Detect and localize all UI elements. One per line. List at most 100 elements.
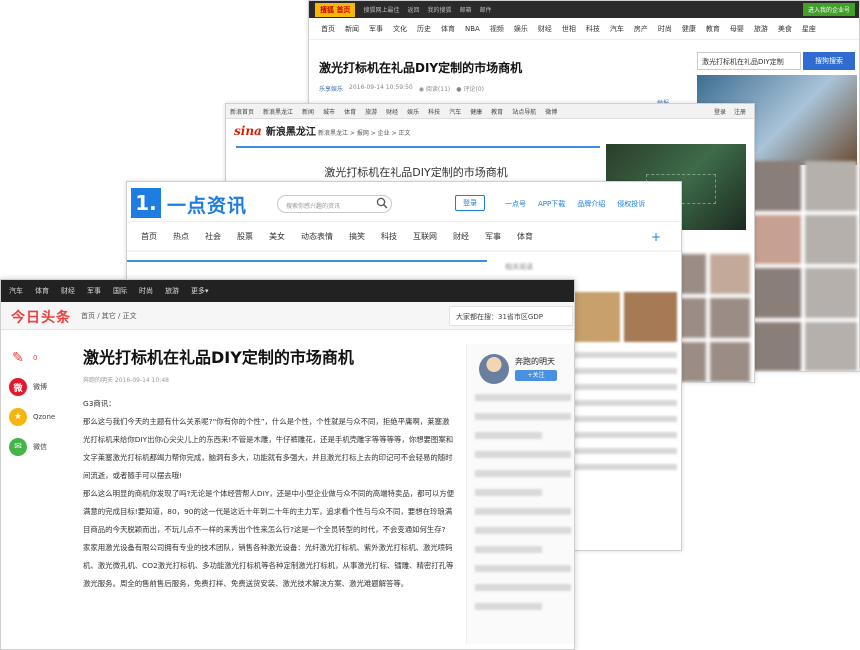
list-item[interactable] <box>567 400 677 406</box>
sohu-nav-item[interactable]: NBA <box>465 25 480 33</box>
avatar[interactable] <box>479 354 509 384</box>
sohu-nav-item[interactable]: 汽车 <box>610 24 624 34</box>
sina-topnav-item[interactable]: 教育 <box>491 107 503 116</box>
sohu-nav-item[interactable]: 房产 <box>634 24 648 34</box>
yidian-nav-item[interactable]: 科技 <box>381 231 397 242</box>
yidian-nav-item[interactable]: 体育 <box>517 231 533 242</box>
toutiao-nav-item[interactable]: 体育 <box>35 286 49 296</box>
yidian-nav-item[interactable]: 股票 <box>237 231 253 242</box>
list-item[interactable] <box>475 470 571 477</box>
thumbnail-image[interactable] <box>710 342 750 382</box>
list-item[interactable] <box>567 352 677 358</box>
sina-topnav-item[interactable]: 体育 <box>344 107 356 116</box>
sohu-topbar-item[interactable]: 邮件 <box>480 5 492 14</box>
sohu-nav-item[interactable]: 科技 <box>586 24 600 34</box>
list-item[interactable] <box>475 603 543 610</box>
list-item[interactable] <box>475 413 571 420</box>
yidian-nav-item[interactable]: 首页 <box>141 231 157 242</box>
thumbnail-image[interactable] <box>805 268 857 318</box>
sina-register-link[interactable]: 注册 <box>734 107 746 116</box>
yidian-nav-item[interactable]: 搞笑 <box>349 231 365 242</box>
sohu-nav-item[interactable]: 新闻 <box>345 24 359 34</box>
thumbnail-image[interactable] <box>710 254 750 294</box>
sina-topnav-item[interactable]: 娱乐 <box>407 107 419 116</box>
yidian-nav-item[interactable]: 动态表情 <box>301 231 333 242</box>
sina-topnav-item[interactable]: 汽车 <box>449 107 461 116</box>
sohu-nav-item[interactable]: 星座 <box>802 24 816 34</box>
sohu-nav-item[interactable]: 视频 <box>490 24 504 34</box>
toutiao-nav-item[interactable]: 军事 <box>87 286 101 296</box>
toutiao-breadcrumb[interactable]: 首页 / 其它 / 正文 <box>81 311 137 321</box>
sohu-nav-item[interactable]: 母婴 <box>730 24 744 34</box>
yidian-search-input[interactable]: 搜索你感兴趣的资讯 <box>277 195 392 213</box>
yidian-login-button[interactable]: 登录 <box>455 195 485 211</box>
sohu-search-button[interactable]: 搜狗搜索 <box>803 52 855 70</box>
sohu-nav-item[interactable]: 体育 <box>441 24 455 34</box>
sohu-source-link[interactable]: 乐享娱乐 <box>319 84 343 93</box>
yidian-nav-item[interactable]: 美女 <box>269 231 285 242</box>
sina-topnav-item[interactable]: 微博 <box>545 107 557 116</box>
sohu-search-input[interactable]: 激光打标机在礼品DIY定制 <box>697 52 801 70</box>
sina-brand[interactable]: sina 新浪黑龙江 <box>234 123 316 139</box>
list-item[interactable] <box>475 432 543 439</box>
sohu-nav-item[interactable]: 财经 <box>538 24 552 34</box>
sohu-nav-item[interactable]: 时尚 <box>658 24 672 34</box>
sohu-topbar-item[interactable]: 返回 <box>407 5 419 14</box>
list-item[interactable] <box>567 432 677 438</box>
sohu-nav-item[interactable]: 世相 <box>562 24 576 34</box>
yidian-header-link[interactable]: 侵权投诉 <box>617 199 645 209</box>
author-name[interactable]: 奔跑的明天 <box>515 356 555 367</box>
toutiao-trending-search[interactable]: 大家都在搜：31省市区GDP <box>449 306 573 326</box>
sohu-nav-item[interactable]: 健康 <box>682 24 696 34</box>
sohu-topbar-item[interactable]: 我的搜狐 <box>427 5 451 14</box>
search-icon[interactable] <box>376 197 388 209</box>
sina-topnav-item[interactable]: 城市 <box>323 107 335 116</box>
list-item[interactable] <box>567 384 677 390</box>
yidian-nav-item[interactable]: 热点 <box>173 231 189 242</box>
list-item[interactable] <box>475 546 543 553</box>
toutiao-logo[interactable]: 今日头条 <box>11 307 71 327</box>
sohu-nav-item[interactable]: 文化 <box>393 24 407 34</box>
sohu-nav-item[interactable]: 美食 <box>778 24 792 34</box>
yidian-nav-item[interactable]: 财经 <box>453 231 469 242</box>
thumbnail-image[interactable] <box>749 214 801 264</box>
list-item[interactable] <box>475 527 571 534</box>
share-weibo-button[interactable]: 微 微博 <box>9 378 69 396</box>
list-item[interactable] <box>475 489 543 496</box>
toutiao-nav-item[interactable]: 汽车 <box>9 286 23 296</box>
thumbnail-image[interactable] <box>805 214 857 264</box>
toutiao-nav-item[interactable]: 旅游 <box>165 286 179 296</box>
sohu-topbar-item[interactable]: 邮箱 <box>459 5 471 14</box>
list-item[interactable] <box>475 565 571 572</box>
comment-button[interactable]: ✎ 0 <box>9 350 69 366</box>
sohu-enterprise-button[interactable]: 进入我的企业号 <box>802 3 855 16</box>
thumbnail-image[interactable] <box>805 161 857 211</box>
thumbnail-image[interactable] <box>749 268 801 318</box>
sohu-nav-item[interactable]: 娱乐 <box>514 24 528 34</box>
plus-icon[interactable]: + <box>651 230 661 244</box>
sina-topnav-item[interactable]: 站点导航 <box>512 107 536 116</box>
sohu-topbar-item[interactable]: 搜狐网上最佳 <box>363 5 399 14</box>
list-item[interactable] <box>567 368 677 374</box>
list-item[interactable] <box>475 394 571 401</box>
sohu-logo[interactable]: 搜狐 首页 <box>315 2 356 17</box>
sina-topnav-item[interactable]: 健康 <box>470 107 482 116</box>
toutiao-nav-item[interactable]: 时尚 <box>139 286 153 296</box>
toutiao-nav-more[interactable]: 更多▾ <box>191 286 209 296</box>
list-item[interactable] <box>475 508 571 515</box>
list-item[interactable] <box>475 451 571 458</box>
list-item[interactable] <box>567 448 677 454</box>
sohu-nav-item[interactable]: 军事 <box>369 24 383 34</box>
follow-button[interactable]: +关注 <box>515 370 557 381</box>
list-item[interactable] <box>475 584 571 591</box>
sohu-comment-count[interactable]: ● 评论(0) <box>456 84 484 93</box>
share-wechat-button[interactable]: ✉ 微信 <box>9 438 69 456</box>
sina-breadcrumb[interactable]: 新浪黑龙江 > 报网 > 企业 > 正文 <box>318 128 411 137</box>
yidian-nav-item[interactable]: 社会 <box>205 231 221 242</box>
list-item[interactable] <box>567 416 677 422</box>
yidian-header-link[interactable]: APP下载 <box>538 199 565 209</box>
sohu-nav-item[interactable]: 首页 <box>321 24 335 34</box>
sohu-nav-item[interactable]: 旅游 <box>754 24 768 34</box>
sohu-home-link[interactable]: 首页 <box>336 6 350 14</box>
thumbnail-image[interactable] <box>749 321 801 371</box>
